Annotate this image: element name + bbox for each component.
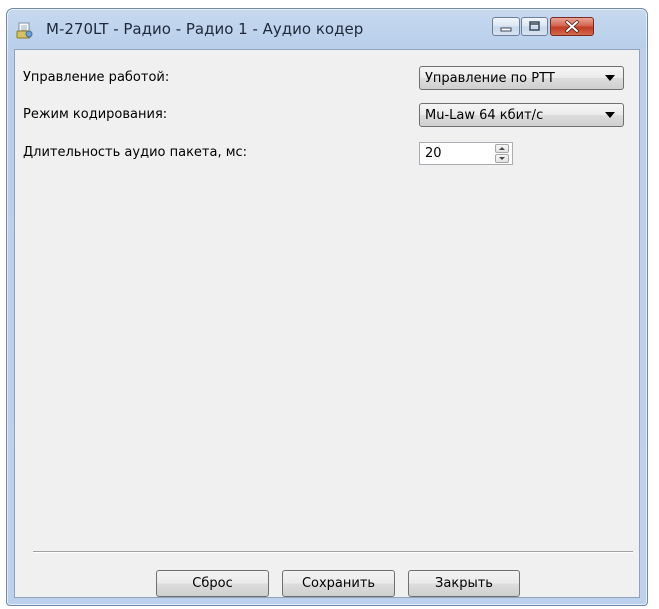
packet-duration-value[interactable]: 20 <box>425 146 442 161</box>
reset-button[interactable]: Сброс <box>156 570 269 597</box>
operation-control-value: Управление по PTT <box>425 71 555 86</box>
operation-control-select[interactable]: Управление по PTT <box>419 66 624 90</box>
minimize-icon <box>500 27 512 32</box>
maximize-icon <box>529 21 540 31</box>
dialog-window: M-270LT - Радио - Радио 1 - Аудио кодер … <box>6 8 648 606</box>
stepper-down-icon[interactable] <box>495 154 509 163</box>
stepper-buttons <box>495 144 509 163</box>
packet-duration-stepper[interactable]: 20 <box>419 142 513 165</box>
chevron-down-icon <box>605 112 615 118</box>
minimize-button[interactable] <box>492 17 520 36</box>
footer-divider <box>33 551 633 553</box>
encoding-mode-label: Режим кодирования: <box>23 107 168 122</box>
maximize-button[interactable] <box>521 17 548 36</box>
encoding-mode-value: Mu-Law 64 кбит/с <box>425 108 544 123</box>
save-button[interactable]: Сохранить <box>282 570 395 597</box>
app-document-icon <box>16 21 34 39</box>
close-window-button[interactable] <box>550 17 594 36</box>
close-icon <box>565 20 579 33</box>
title-bar[interactable]: M-270LT - Радио - Радио 1 - Аудио кодер <box>7 9 647 49</box>
dialog-content: Управление работой: Управление по PTT Ре… <box>14 49 640 598</box>
stepper-up-icon[interactable] <box>495 144 509 153</box>
window-title: M-270LT - Радио - Радио 1 - Аудио кодер <box>46 20 364 38</box>
chevron-down-icon <box>605 75 615 81</box>
packet-duration-label: Длительность аудио пакета, мс: <box>23 145 248 160</box>
close-button[interactable]: Закрыть <box>408 570 520 597</box>
encoding-mode-select[interactable]: Mu-Law 64 кбит/с <box>419 103 624 127</box>
operation-control-label: Управление работой: <box>23 70 170 85</box>
